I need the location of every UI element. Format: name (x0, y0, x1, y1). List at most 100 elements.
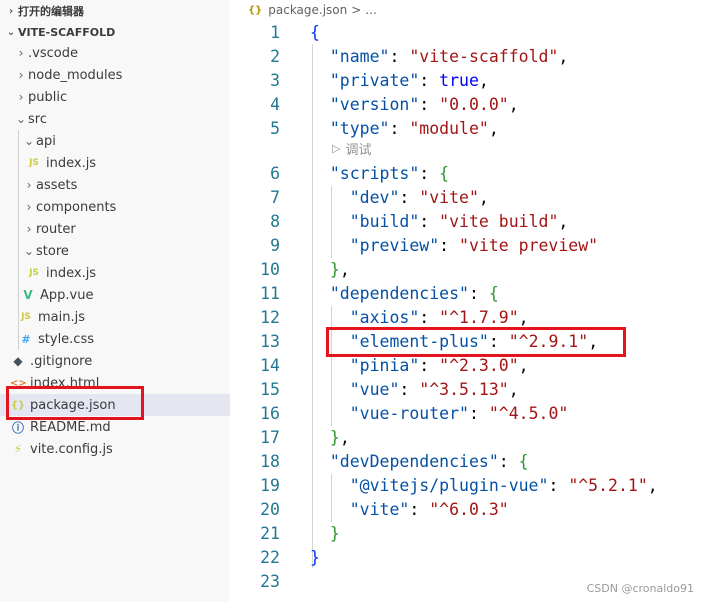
open-editors-header[interactable]: › 打开的编辑器 (0, 0, 230, 22)
debug-codelens[interactable]: ▷ 调试 (332, 138, 371, 158)
tree-folder-store[interactable]: ⌄ store (0, 240, 230, 262)
code-editor[interactable]: {} package.json > ... 1 { 2 "name": "vit… (230, 0, 710, 602)
json-string: "module" (409, 118, 489, 138)
tree-label: .gitignore (30, 353, 93, 369)
tree-label: store (36, 243, 69, 259)
json-key: "vue-router" (349, 403, 469, 423)
line-number: 6 (270, 163, 280, 183)
json-string: "vite build" (439, 211, 559, 231)
json-key: "vite" (349, 499, 410, 519)
tree-label: node_modules (28, 67, 123, 83)
json-string: "^6.0.3" (429, 499, 509, 519)
breadcrumb: {} package.json > ... (248, 0, 377, 20)
code-line: 18 "devDependencies": { (230, 449, 710, 473)
code-line: 10 }, (230, 257, 710, 281)
tree-label: public (28, 89, 68, 105)
line-number: 7 (270, 187, 280, 207)
json-string: "^4.5.0" (488, 403, 569, 423)
tree-folder-components[interactable]: › components (0, 196, 230, 218)
code-line: 9 "preview": "vite preview" (230, 233, 710, 257)
line-number: 13 (260, 331, 280, 351)
json-key: "private" (329, 70, 420, 90)
tree-label: components (36, 199, 117, 215)
json-string: "vite preview" (459, 235, 599, 255)
tree-folder-vscode[interactable]: › .vscode (0, 42, 230, 64)
json-key: "dev" (349, 187, 400, 207)
tree-label: index.js (46, 155, 97, 171)
javascript-file-icon: JS (29, 158, 39, 168)
line-number: 21 (260, 523, 280, 543)
line-number: 3 (270, 70, 280, 90)
code-line: 20 "vite": "^6.0.3" (230, 497, 710, 521)
element-plus-highlight-box (326, 327, 626, 357)
open-editors-title: 打开的编辑器 (18, 5, 84, 18)
breadcrumb-separator: > (351, 3, 362, 17)
line-number: 11 (260, 283, 280, 303)
chevron-right-icon: › (18, 90, 24, 104)
chevron-down-icon: ⌄ (23, 244, 35, 258)
tree-file-vite-config[interactable]: ⚡ vite.config.js (0, 438, 230, 460)
line-number: 14 (260, 355, 280, 375)
code-line: 11 "dependencies": { (230, 281, 710, 305)
tree-folder-node-modules[interactable]: › node_modules (0, 64, 230, 86)
json-key: "vue" (349, 379, 400, 399)
project-header[interactable]: ⌄ VITE-SCAFFOLD (0, 21, 230, 43)
debug-codelens-label: 调试 (345, 142, 372, 158)
chevron-down-icon: ⌄ (23, 134, 35, 148)
json-string: "^3.5.13" (419, 379, 509, 399)
tree-label: README.md (30, 419, 111, 435)
tree-file-api-index-js[interactable]: JS index.js (0, 152, 230, 174)
json-string: "^2.3.0" (439, 355, 519, 375)
code-line: 17 }, (230, 425, 710, 449)
line-number: 18 (260, 451, 280, 471)
tree-folder-public[interactable]: › public (0, 86, 230, 108)
line-number: 22 (260, 547, 280, 567)
tree-file-app-vue[interactable]: V App.vue (0, 284, 230, 306)
tree-label: assets (36, 177, 78, 193)
git-file-icon: ◆ (13, 354, 23, 368)
json-boolean: true (439, 70, 479, 90)
chevron-right-icon: › (26, 178, 32, 192)
chevron-right-icon: › (8, 5, 14, 17)
json-string: "0.0.0" (439, 94, 509, 114)
tree-file-gitignore[interactable]: ◆ .gitignore (0, 350, 230, 372)
json-file-icon: {} (248, 4, 263, 16)
line-number: 20 (260, 499, 280, 519)
line-number: 4 (270, 94, 280, 114)
code-line: 2 "name": "vite-scaffold", (230, 44, 710, 68)
tree-file-main-js[interactable]: JS main.js (0, 306, 230, 328)
code-line: 16 "vue-router": "^4.5.0" (230, 401, 710, 425)
tree-file-style-css[interactable]: # style.css (0, 328, 230, 350)
project-title: VITE-SCAFFOLD (18, 25, 116, 39)
code-line: 4 "version": "0.0.0", (230, 92, 710, 116)
chevron-right-icon: › (18, 46, 24, 60)
code-line: 15 "vue": "^3.5.13", (230, 377, 710, 401)
tree-folder-api[interactable]: ⌄ api (0, 130, 230, 152)
tree-folder-assets[interactable]: › assets (0, 174, 230, 196)
tree-label: api (36, 133, 56, 149)
line-number: 2 (270, 46, 280, 66)
tree-label: router (36, 221, 76, 237)
breadcrumb-file[interactable]: package.json (268, 3, 347, 17)
code-line: 8 "build": "vite build", (230, 209, 710, 233)
tree-file-store-index-js[interactable]: JS index.js (0, 262, 230, 284)
line-number: 5 (270, 118, 280, 138)
explorer-sidebar: › 打开的编辑器 ⌄ VITE-SCAFFOLD › .vscode › nod… (0, 0, 230, 602)
line-number: 9 (270, 235, 280, 255)
tree-label: vite.config.js (30, 441, 113, 457)
json-key: "type" (329, 118, 390, 138)
json-string: "^1.7.9" (439, 307, 519, 327)
javascript-file-icon: JS (21, 312, 31, 322)
javascript-file-icon: JS (29, 268, 39, 278)
chevron-right-icon: › (26, 222, 32, 236)
json-key: "devDependencies" (329, 451, 499, 471)
json-string: "^5.2.1" (568, 475, 648, 495)
json-key: "dependencies" (329, 283, 469, 303)
chevron-down-icon: ⌄ (6, 26, 16, 38)
json-key: "pinia" (349, 355, 420, 375)
tree-folder-router[interactable]: › router (0, 218, 230, 240)
tree-folder-src[interactable]: ⌄ src (0, 108, 230, 130)
vite-file-icon: ⚡ (13, 442, 23, 456)
css-file-icon: # (21, 332, 31, 346)
breadcrumb-more[interactable]: ... (365, 3, 376, 17)
